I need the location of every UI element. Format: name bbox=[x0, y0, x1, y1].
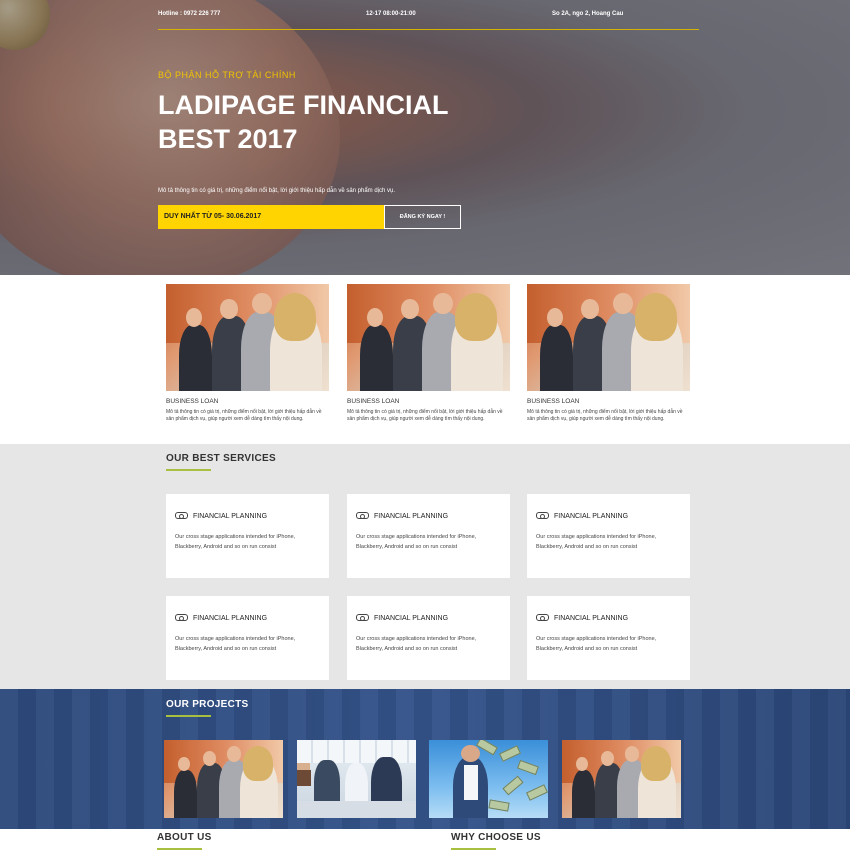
service-title: FINANCIAL PLANNING bbox=[554, 615, 629, 622]
loan-card: BUSINESS LOAN Mô tả thông tin có giá trị… bbox=[527, 284, 690, 423]
project-image-office[interactable] bbox=[562, 740, 681, 818]
landing-page: Hotline : 0972 226 777 12-17 08:00-21:00… bbox=[0, 0, 850, 850]
gamepad-icon bbox=[175, 512, 188, 519]
hotline-text: Hotline : 0972 226 777 bbox=[158, 11, 221, 17]
hours-text: 12-17 08:00-21:00 bbox=[366, 11, 416, 17]
loan-card: BUSINESS LOAN Mô tả thông tin có giá trị… bbox=[347, 284, 510, 423]
service-description: Our cross stage applications intended fo… bbox=[536, 636, 657, 652]
project-image-meeting[interactable] bbox=[297, 740, 416, 818]
loan-title: BUSINESS LOAN bbox=[527, 398, 580, 405]
why-choose-title: WHY CHOOSE US bbox=[451, 832, 541, 843]
service-card: FINANCIAL PLANNING Our cross stage appli… bbox=[347, 596, 510, 680]
business-meeting-image bbox=[527, 284, 690, 391]
projects-section: OUR PROJECTS bbox=[0, 689, 850, 829]
loan-description: Mô tả thông tin có giá trị, những điểm n… bbox=[166, 409, 322, 422]
service-title: FINANCIAL PLANNING bbox=[554, 513, 629, 520]
gamepad-icon bbox=[175, 614, 188, 621]
gamepad-icon bbox=[356, 512, 369, 519]
service-title: FINANCIAL PLANNING bbox=[193, 615, 268, 622]
loan-description: Mô tả thông tin có giá trị, những điểm n… bbox=[527, 409, 683, 422]
services-section: OUR BEST SERVICES FINANCIAL PLANNING Our… bbox=[0, 444, 850, 690]
about-title: ABOUT US bbox=[157, 832, 212, 843]
loan-description: Mô tả thông tin có giá trị, những điểm n… bbox=[347, 409, 503, 422]
service-card: FINANCIAL PLANNING Our cross stage appli… bbox=[347, 494, 510, 578]
promo-banner: DUY NHẤT TỪ 05- 30.06.2017 bbox=[158, 205, 384, 229]
service-description: Our cross stage applications intended fo… bbox=[536, 534, 657, 550]
service-title: FINANCIAL PLANNING bbox=[374, 615, 449, 622]
hero-section: Hotline : 0972 226 777 12-17 08:00-21:00… bbox=[0, 0, 850, 275]
project-image-money[interactable] bbox=[429, 740, 548, 818]
service-card: FINANCIAL PLANNING Our cross stage appli… bbox=[527, 494, 690, 578]
top-info-bar: Hotline : 0972 226 777 12-17 08:00-21:00… bbox=[158, 10, 699, 30]
projects-title: OUR PROJECTS bbox=[166, 699, 249, 710]
service-description: Our cross stage applications intended fo… bbox=[356, 534, 477, 550]
service-title: FINANCIAL PLANNING bbox=[374, 513, 449, 520]
business-meeting-image bbox=[347, 284, 510, 391]
loan-title: BUSINESS LOAN bbox=[166, 398, 219, 405]
service-description: Our cross stage applications intended fo… bbox=[175, 636, 296, 652]
gamepad-icon bbox=[536, 512, 549, 519]
hero-subtitle: BỘ PHẬN HỖ TRỢ TÀI CHÍNH bbox=[158, 70, 296, 80]
service-card: FINANCIAL PLANNING Our cross stage appli… bbox=[166, 494, 329, 578]
services-title: OUR BEST SERVICES bbox=[166, 453, 276, 464]
service-card: FINANCIAL PLANNING Our cross stage appli… bbox=[527, 596, 690, 680]
hero-description: Mô tả thông tin có giá trị, những điểm n… bbox=[158, 188, 396, 194]
address-text: So 2A, ngo 2, Hoang Cau bbox=[552, 11, 624, 17]
title-underline bbox=[166, 469, 211, 471]
service-description: Our cross stage applications intended fo… bbox=[175, 534, 296, 550]
business-meeting-image bbox=[166, 284, 329, 391]
project-image-office[interactable] bbox=[164, 740, 283, 818]
hero-title: LADIPAGE FINANCIAL BEST 2017 bbox=[158, 90, 449, 154]
loan-card: BUSINESS LOAN Mô tả thông tin có giá trị… bbox=[166, 284, 329, 423]
loan-title: BUSINESS LOAN bbox=[347, 398, 400, 405]
title-underline bbox=[166, 715, 211, 717]
service-card: FINANCIAL PLANNING Our cross stage appli… bbox=[166, 596, 329, 680]
gamepad-icon bbox=[356, 614, 369, 621]
register-button[interactable]: ĐĂNG KÝ NGAY ! bbox=[384, 205, 461, 229]
gamepad-icon bbox=[536, 614, 549, 621]
service-description: Our cross stage applications intended fo… bbox=[356, 636, 477, 652]
service-title: FINANCIAL PLANNING bbox=[193, 513, 268, 520]
